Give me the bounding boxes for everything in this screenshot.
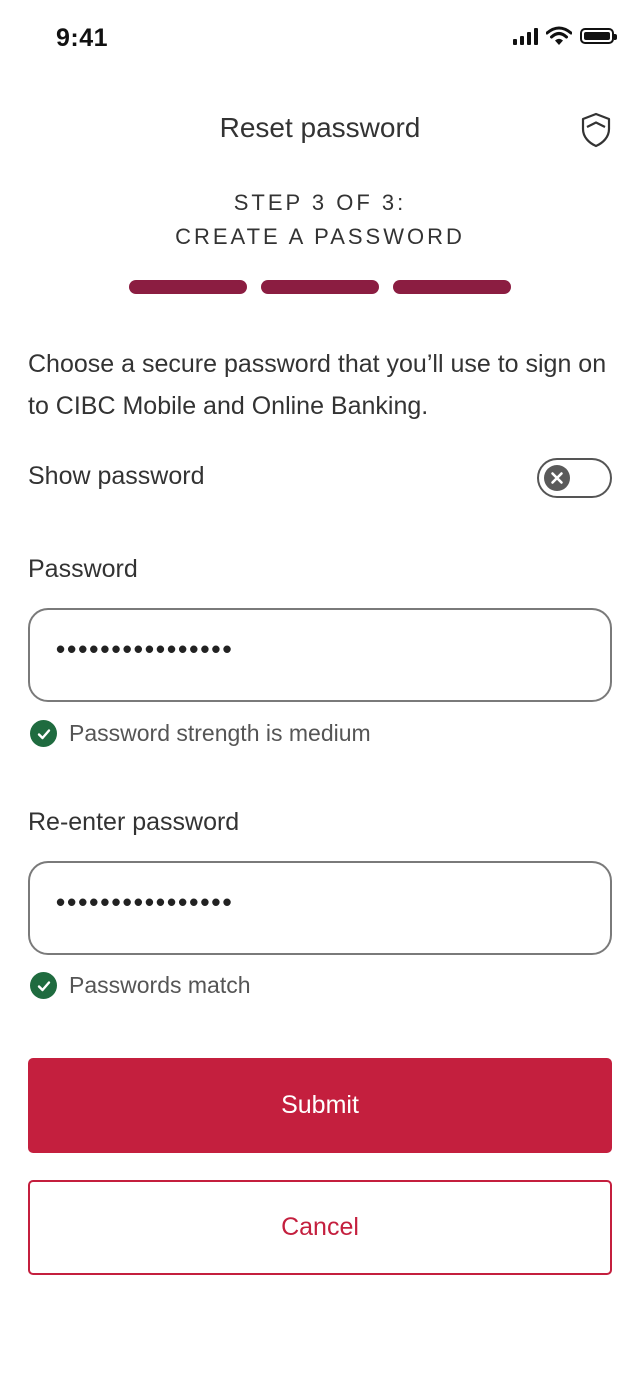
wifi-icon (546, 26, 572, 45)
progress-segment (129, 280, 247, 294)
show-password-toggle[interactable] (537, 458, 612, 498)
progress-segment (393, 280, 511, 294)
password-strength-hint: Password strength is medium (30, 720, 371, 747)
reenter-password-value: •••••••••••••••• (56, 887, 234, 917)
close-icon (544, 465, 570, 491)
progress-segment (261, 280, 379, 294)
battery-icon (580, 28, 617, 44)
step-progress (129, 280, 511, 294)
page-title: Reset password (219, 112, 421, 143)
password-match-hint: Passwords match (30, 972, 251, 999)
shield-icon[interactable] (580, 112, 612, 148)
password-field[interactable]: •••••••••••••••• (28, 608, 612, 702)
status-time: 9:41 (56, 24, 109, 52)
submit-button[interactable]: Submit (28, 1058, 612, 1153)
cancel-button[interactable]: Cancel (28, 1180, 612, 1275)
step-indicator: STEP 3 OF 3: (233, 190, 407, 215)
show-password-label: Show password (28, 462, 205, 490)
signal-icon (513, 27, 538, 45)
password-label: Password (28, 555, 138, 583)
password-value: •••••••••••••••• (56, 634, 234, 664)
description-text: Choose a secure password that you’ll use… (28, 350, 607, 420)
status-icons (513, 26, 617, 46)
check-circle-icon (30, 720, 57, 747)
check-circle-icon (30, 972, 57, 999)
password-hint-text: Password strength is medium (69, 720, 371, 746)
step-title: CREATE A PASSWORD (175, 224, 465, 249)
reenter-password-field[interactable]: •••••••••••••••• (28, 861, 612, 955)
reenter-password-label: Re-enter password (28, 808, 240, 836)
reenter-hint-text: Passwords match (69, 972, 251, 998)
